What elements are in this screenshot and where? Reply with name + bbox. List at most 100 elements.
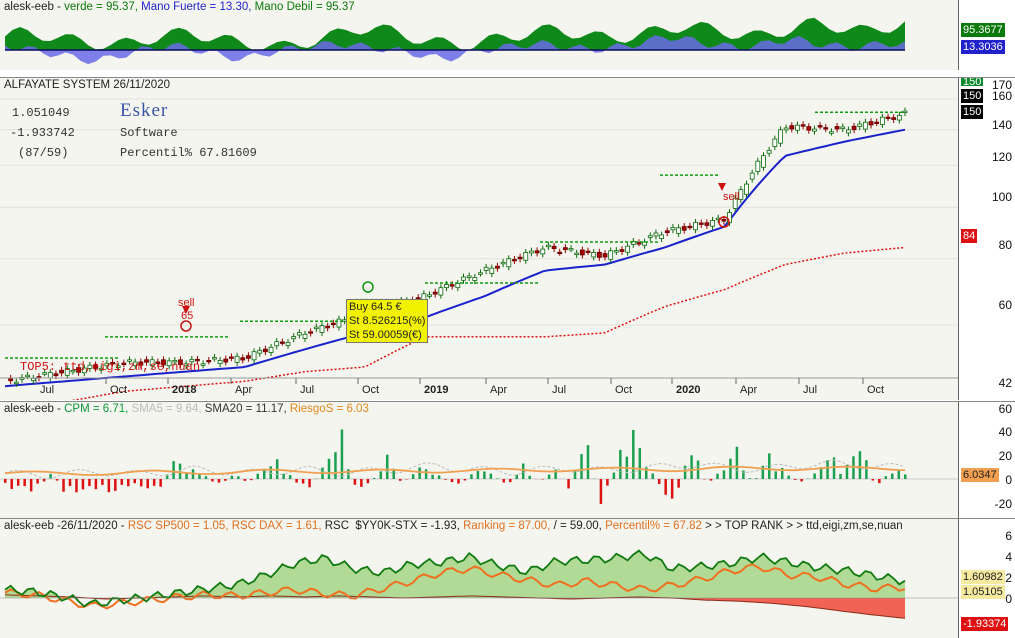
cpm-bar xyxy=(360,479,363,487)
last-price-tag: 150 xyxy=(961,78,983,86)
candle-body xyxy=(241,358,245,360)
cpm-bar xyxy=(826,460,829,479)
candle-body xyxy=(841,127,845,129)
cpm-bar xyxy=(664,479,667,495)
cpm-bar xyxy=(354,479,357,485)
candle-body xyxy=(292,337,296,339)
candle-body xyxy=(297,333,301,335)
cpm-bar xyxy=(645,467,648,479)
cpm-bar xyxy=(483,471,486,479)
cpm-bar xyxy=(17,479,20,486)
top-indicator-pane: alesk-eeb - verde = 95.37, Mano Fuerte =… xyxy=(0,0,958,70)
candle-body xyxy=(337,319,341,327)
cpm-bar xyxy=(425,469,428,479)
cpm-bar xyxy=(198,474,201,479)
time-axis-label: Apr xyxy=(490,384,507,396)
candle-body xyxy=(478,273,482,275)
candle-body xyxy=(875,122,879,124)
rsc-tick: 0 xyxy=(1005,592,1012,606)
candle-body xyxy=(801,125,805,127)
candle-body xyxy=(450,285,454,287)
cpm-bar xyxy=(710,479,713,481)
mano-fuerte-value-tag: 13.3036 xyxy=(961,40,1005,54)
candle-body xyxy=(473,277,477,280)
candle-body xyxy=(518,257,522,259)
cpm-bar xyxy=(69,479,72,486)
candle-body xyxy=(648,236,652,238)
cpm-bar xyxy=(56,479,59,481)
cpm-axis: 60 40 20 0 -20 6.0347 xyxy=(958,401,1015,518)
cpm-bar xyxy=(580,454,583,479)
candle-body xyxy=(218,360,222,363)
candle-body xyxy=(620,250,624,252)
cpm-bar xyxy=(308,479,311,487)
candle-body xyxy=(886,117,890,119)
cpm-tick: 0 xyxy=(1005,473,1012,487)
candle-body xyxy=(778,130,782,143)
price-tick: 120 xyxy=(992,150,1012,164)
price-tick: 42 xyxy=(999,376,1012,390)
time-axis-label: Oct xyxy=(362,384,379,396)
verde-value-tag: 95.3677 xyxy=(961,23,1005,37)
cpm-pane: alesk-eeb - CPM = 6.71, SMA5 = 9.64, SMA… xyxy=(0,401,958,518)
cpm-bar xyxy=(140,479,143,486)
price-axis: 170 160 140 120 100 80 60 42 150 150 150… xyxy=(958,77,1015,400)
cpm-bar xyxy=(787,476,790,479)
time-axis-label: Apr xyxy=(740,384,757,396)
cpm-bar xyxy=(503,479,506,482)
cpm-bar xyxy=(146,479,149,488)
price-tick: 60 xyxy=(999,298,1012,312)
cpm-bar xyxy=(444,479,447,480)
cpm-bar xyxy=(431,475,434,479)
trend-line xyxy=(5,130,905,387)
cpm-bar xyxy=(43,479,46,481)
cpm-bar xyxy=(205,476,208,479)
candle-body xyxy=(869,122,873,125)
rsc-dax-tag: 1.60982 xyxy=(961,570,1005,584)
candle-body xyxy=(637,243,641,245)
stop-price-tag: 84 xyxy=(961,229,977,243)
candle-body xyxy=(897,115,901,120)
candle-body xyxy=(586,251,590,253)
time-axis-label: Jul xyxy=(803,384,817,396)
cpm-bar xyxy=(878,479,881,483)
cpm-bar xyxy=(23,479,26,486)
candle-body xyxy=(852,126,856,129)
cpm-bar xyxy=(88,479,91,486)
candle-body xyxy=(546,245,550,247)
cpm-bar xyxy=(380,471,383,479)
cpm-bar xyxy=(677,479,680,488)
candle-body xyxy=(858,124,862,127)
cpm-bar xyxy=(891,474,894,479)
cpm-bar xyxy=(736,447,739,479)
cpm-tick: 20 xyxy=(999,449,1012,463)
cpm-bar xyxy=(4,479,7,483)
candle-body xyxy=(750,173,754,179)
sell-signal-label-2020: sell xyxy=(723,191,740,203)
candle-body xyxy=(660,235,664,239)
cpm-bar xyxy=(729,459,732,479)
candle-body xyxy=(603,254,607,257)
candle-body xyxy=(26,375,30,377)
candle-body xyxy=(456,283,460,287)
cpm-bar xyxy=(418,467,421,479)
candle-body xyxy=(246,356,250,359)
candle-body xyxy=(229,357,233,359)
cpm-bar xyxy=(522,463,525,479)
sell-circle xyxy=(181,321,191,331)
candle-body xyxy=(490,268,494,273)
candle-body xyxy=(433,292,437,294)
candle-body xyxy=(541,249,545,254)
cpm-bar xyxy=(62,479,64,492)
cpm-histogram xyxy=(0,402,958,518)
candle-body xyxy=(767,150,771,153)
cpm-bar xyxy=(651,473,654,479)
candle-body xyxy=(286,342,290,345)
cpm-bar xyxy=(185,473,188,479)
candle-body xyxy=(558,252,562,254)
time-axis-label: Oct xyxy=(110,384,127,396)
candle-body xyxy=(818,126,822,128)
candle-body xyxy=(524,252,528,260)
cpm-bar xyxy=(218,479,221,483)
price-tick: 140 xyxy=(992,118,1012,132)
